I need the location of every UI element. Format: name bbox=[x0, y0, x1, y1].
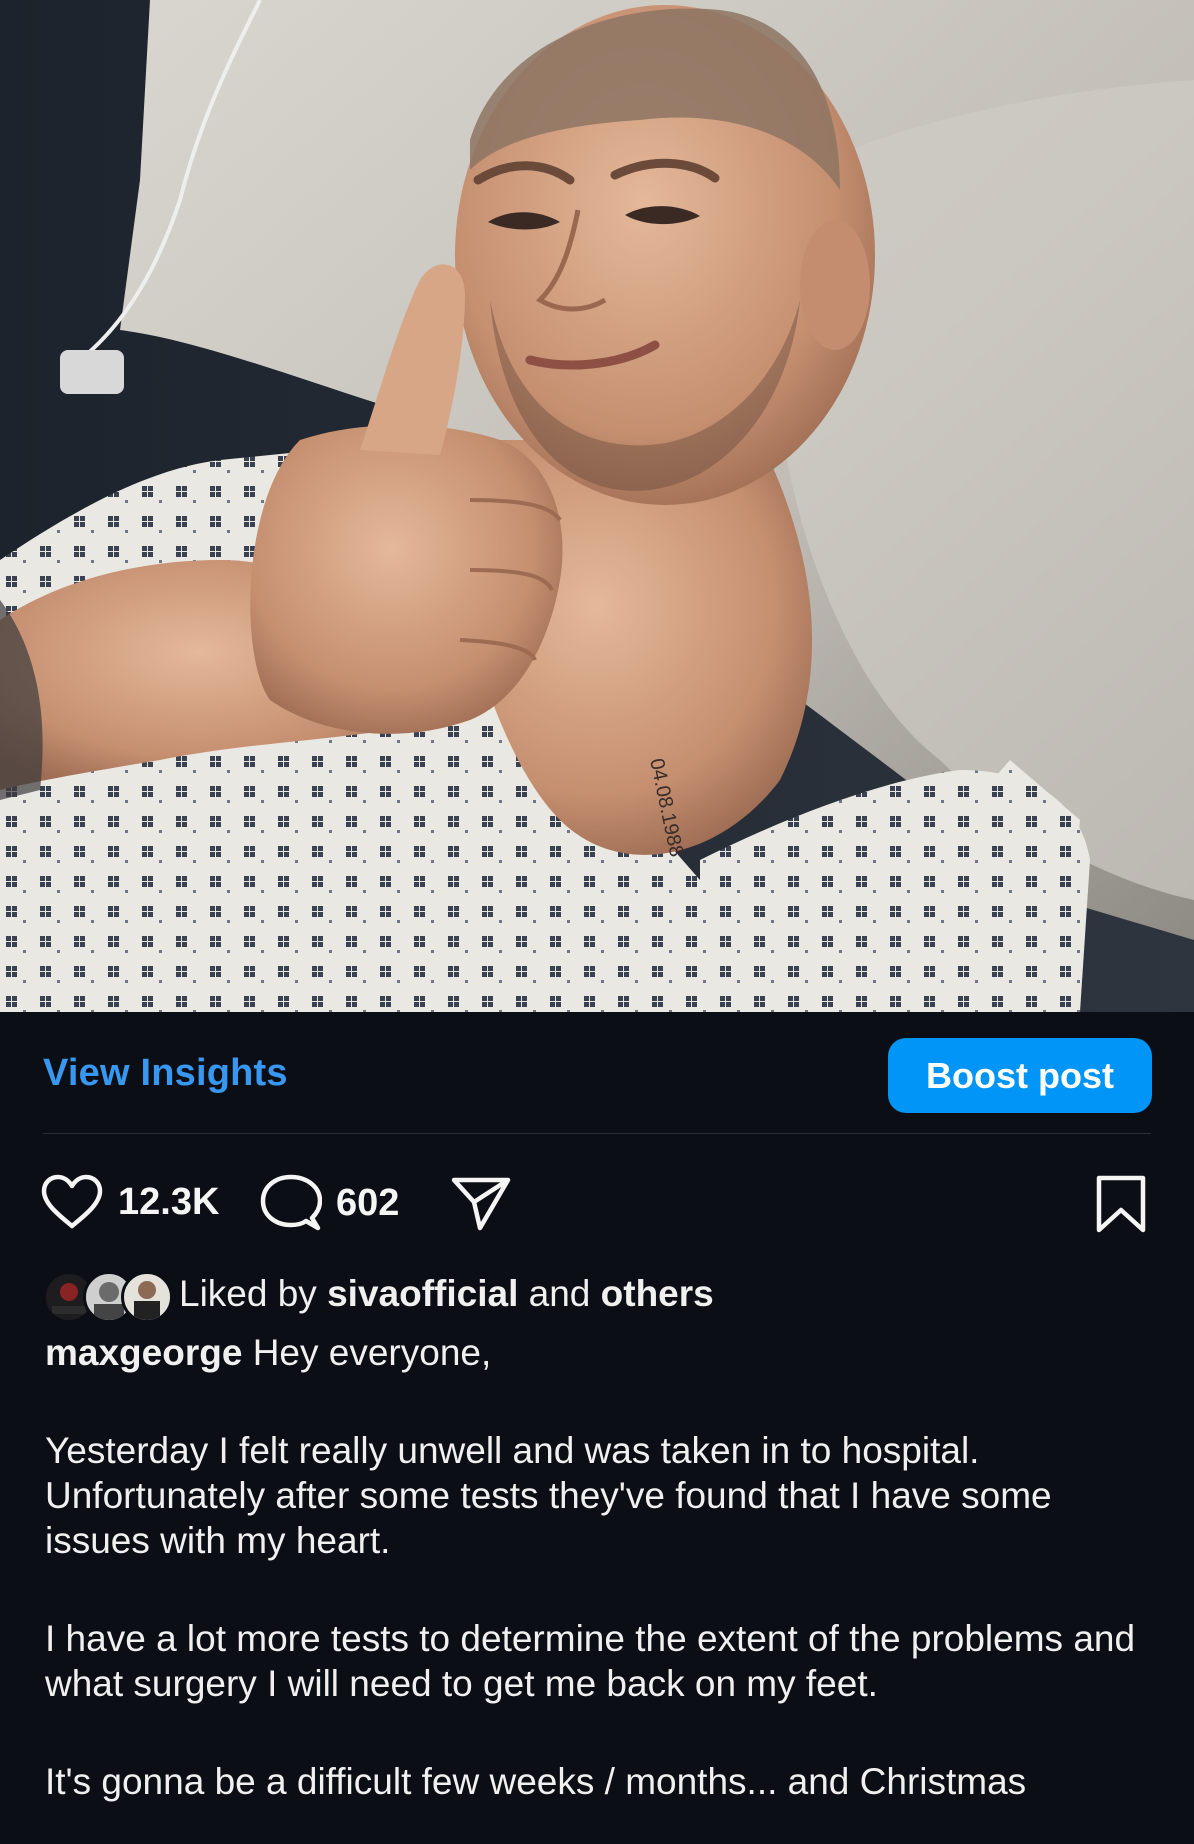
view-insights-link[interactable]: View Insights bbox=[43, 1052, 288, 1095]
post-image[interactable]: 04.08.1988 bbox=[0, 0, 1194, 1012]
likes-count: 12.3K bbox=[118, 1180, 220, 1223]
avatar bbox=[121, 1271, 173, 1323]
caption-paragraph: Yesterday I felt really unwell and was t… bbox=[45, 1430, 1052, 1561]
caption-paragraph: It's gonna be a difficult few weeks / mo… bbox=[45, 1761, 1027, 1802]
liked-by-row[interactable]: Liked by sivaofficial and others bbox=[43, 1266, 714, 1323]
liked-by-user[interactable]: sivaofficial bbox=[327, 1273, 518, 1314]
post-action-bar: 12.3K 602 bbox=[0, 1160, 1194, 1244]
caption-greeting: Hey everyone, bbox=[242, 1332, 492, 1373]
share-button[interactable] bbox=[450, 1174, 512, 1232]
post-photo-illustration: 04.08.1988 bbox=[0, 0, 1194, 1012]
boost-post-button[interactable]: Boost post bbox=[888, 1038, 1152, 1113]
bookmark-icon bbox=[1096, 1175, 1146, 1233]
comments-count: 602 bbox=[336, 1181, 400, 1224]
caption-paragraph: I have a lot more tests to determine the… bbox=[45, 1618, 1136, 1704]
caption-first-line: maxgeorge Hey everyone, bbox=[45, 1330, 1155, 1375]
divider bbox=[43, 1133, 1151, 1134]
like-button[interactable]: 12.3K bbox=[40, 1174, 219, 1230]
liked-by-prefix: Liked by bbox=[179, 1273, 328, 1314]
liker-avatars bbox=[43, 1268, 173, 1323]
save-button[interactable] bbox=[1094, 1174, 1148, 1234]
heart-icon bbox=[41, 1174, 103, 1229]
caption-username[interactable]: maxgeorge bbox=[45, 1332, 242, 1373]
liked-by-middle: and bbox=[518, 1273, 601, 1314]
share-icon bbox=[451, 1177, 511, 1231]
liked-by-others[interactable]: others bbox=[601, 1273, 714, 1314]
comment-icon bbox=[260, 1174, 322, 1231]
comment-button[interactable]: 602 bbox=[260, 1174, 399, 1232]
insights-row: View Insights Boost post bbox=[0, 1012, 1194, 1134]
liked-by-text: Liked by sivaofficial and others bbox=[179, 1273, 714, 1315]
post-caption: maxgeorge Hey everyone, Yesterday I felt… bbox=[45, 1330, 1155, 1804]
